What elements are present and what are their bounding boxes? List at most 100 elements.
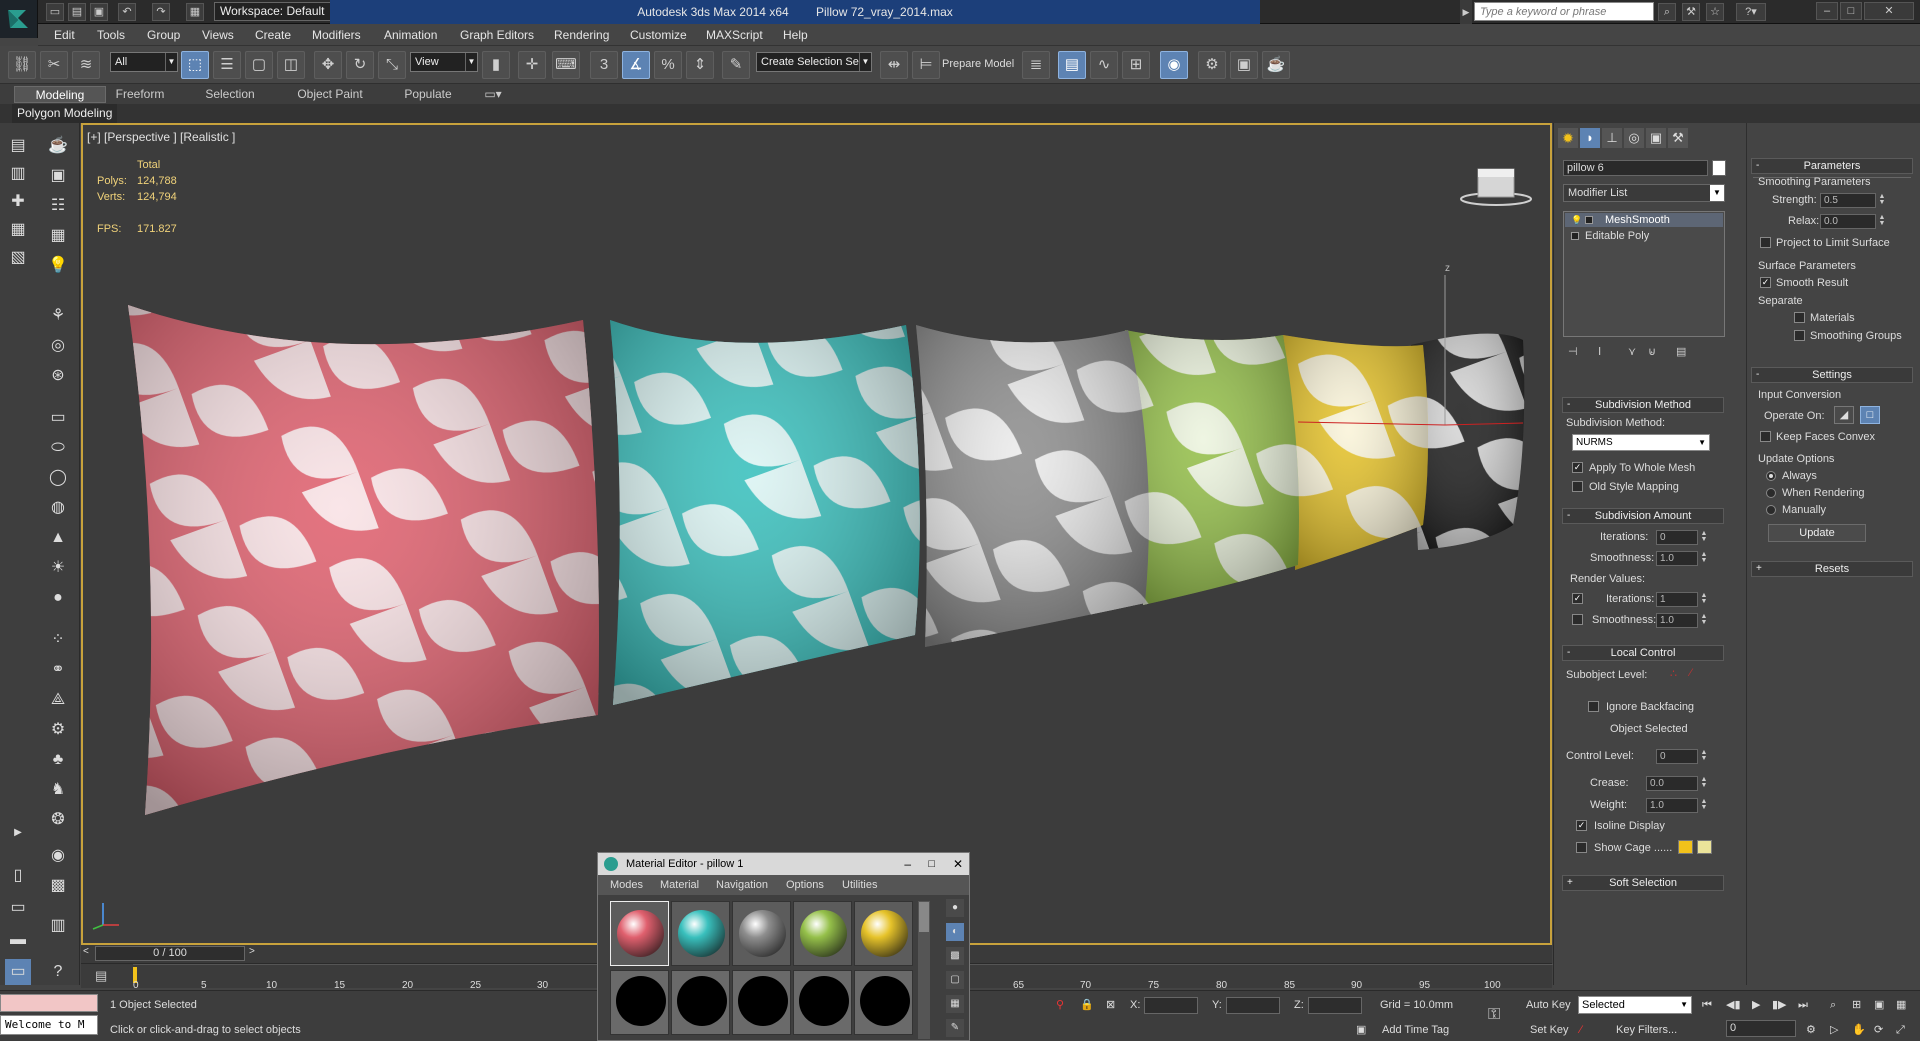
cage-color-swatch-2[interactable] (1697, 840, 1712, 854)
list-icon[interactable]: ☷ (45, 193, 71, 219)
material-slot-10[interactable] (854, 970, 913, 1035)
material-slot-7[interactable] (671, 970, 730, 1035)
project-folder-icon[interactable]: ▦ (186, 3, 204, 21)
me-menu-utilities[interactable]: Utilities (842, 875, 877, 895)
pillow-gray[interactable] (916, 325, 1149, 647)
menu-group[interactable]: Group (147, 24, 180, 46)
time-slider-thumb[interactable]: 0 / 100 (95, 946, 245, 961)
object-color-swatch[interactable] (1712, 160, 1726, 176)
redo-icon[interactable]: ↷ (152, 3, 170, 21)
layer-stack-icon[interactable]: ▥ (5, 161, 31, 187)
subdivision-method-rollout[interactable]: - Subdivision Method (1562, 397, 1724, 413)
local-control-rollout[interactable]: - Local Control (1562, 645, 1724, 661)
key-filters-button[interactable]: Key Filters... (1616, 1022, 1677, 1038)
maximize-icon[interactable]: □ (928, 853, 935, 875)
menu-edit[interactable]: Edit (54, 24, 75, 46)
show-cage-checkbox[interactable] (1576, 842, 1587, 853)
torus-icon[interactable]: ◍ (45, 495, 71, 521)
add-time-tag-label[interactable]: Add Time Tag (1382, 1022, 1449, 1038)
material-slot-8[interactable] (732, 970, 791, 1035)
smoothness-spinner[interactable]: 1.0 ▲ ▼ (1656, 551, 1707, 566)
light-bulb-icon[interactable]: 💡 (45, 253, 71, 279)
viewport-layout-4-icon[interactable]: ▭ (5, 959, 31, 985)
align-icon[interactable]: ⊨ (912, 51, 940, 79)
weight-spinner[interactable]: 1.0 ▲ ▼ (1646, 798, 1707, 813)
star-icon[interactable]: ☆ (1706, 3, 1724, 21)
close-button[interactable]: ✕ (1864, 2, 1914, 20)
render-production-icon[interactable]: ☕ (1262, 51, 1290, 79)
sample-type-icon[interactable]: ● (946, 899, 964, 917)
menu-animation[interactable]: Animation (384, 24, 437, 46)
tab-populate[interactable]: Populate (398, 86, 458, 103)
save-icon[interactable]: ▣ (90, 3, 108, 21)
schematic-view-icon[interactable]: ⊞ (1122, 51, 1150, 79)
subscription-icon[interactable]: ⚒ (1682, 3, 1700, 21)
app-logo[interactable] (0, 0, 38, 38)
teapot-icon[interactable]: ☕ (45, 133, 71, 159)
pillow-red[interactable] (128, 305, 599, 815)
plant-icon[interactable]: ♣ (45, 747, 71, 773)
light-bulb-icon[interactable]: 💡 (1571, 213, 1582, 227)
tab-object-paint[interactable]: Object Paint (290, 86, 370, 103)
viewport-layout-2-icon[interactable]: ▭ (5, 895, 31, 921)
material-slots-scrollbar[interactable] (918, 901, 930, 1039)
render-smoothness-spinner[interactable]: 1.0 ▲ ▼ (1656, 613, 1707, 628)
render-iterations-checkbox[interactable]: ✓ (1572, 593, 1583, 604)
crease-spinner[interactable]: 0.0 ▲ ▼ (1646, 776, 1707, 791)
background-icon[interactable]: ▩ (946, 947, 964, 965)
layer-manager-icon[interactable]: ≣ (1022, 51, 1050, 79)
update-button[interactable]: Update (1768, 524, 1866, 542)
keyboard-shortcut-override-icon[interactable]: ⌨ (552, 51, 580, 79)
render-smoothness-checkbox[interactable] (1572, 614, 1583, 625)
rotate-icon[interactable]: ↻ (346, 51, 374, 79)
move-icon[interactable]: ✥ (314, 51, 342, 79)
tab-selection[interactable]: Selection (200, 86, 260, 103)
isolate-icon[interactable]: ⚲ (1056, 997, 1064, 1013)
chevron-right-icon[interactable]: ▶ (1460, 0, 1472, 24)
bind-space-warp-icon[interactable]: ≋ (72, 51, 100, 79)
cage-color-swatch-1[interactable] (1678, 840, 1693, 854)
material-slot-6[interactable] (610, 970, 669, 1035)
menu-graph-editors[interactable]: Graph Editors (460, 24, 534, 46)
helper-icon[interactable]: ♞ (45, 777, 71, 803)
prepare-model-label[interactable]: Prepare Model (942, 58, 1014, 70)
remove-modifier-icon[interactable]: ⊌ (1648, 345, 1656, 358)
spinner-arrows-icon[interactable]: ▲ ▼ (1877, 214, 1887, 228)
materials-checkbox[interactable] (1794, 312, 1805, 323)
resets-rollout[interactable]: + Resets (1751, 561, 1913, 577)
mirror-icon[interactable]: ⇹ (880, 51, 908, 79)
always-radio[interactable] (1766, 471, 1776, 481)
strength-spinner[interactable]: 0.5 ▲ ▼ (1820, 193, 1885, 208)
menu-maxscript[interactable]: MAXScript (706, 24, 763, 46)
spinner-arrows-icon[interactable]: ▲ ▼ (1699, 776, 1709, 790)
manually-radio[interactable] (1766, 505, 1776, 515)
cone-icon[interactable]: ▲ (45, 525, 71, 551)
percent-snap-icon[interactable]: % (654, 51, 682, 79)
time-config-icon[interactable]: ⚙ (1806, 1022, 1816, 1038)
particles-icon[interactable]: ⁘ (45, 627, 71, 653)
spinner-arrows-icon[interactable]: ▲ ▼ (1699, 551, 1709, 565)
menu-views[interactable]: Views (202, 24, 234, 46)
pin-stack-icon[interactable]: ⊣ (1568, 345, 1578, 358)
project-to-limit-checkbox[interactable] (1760, 237, 1771, 248)
texture-grid-icon[interactable]: ▩ (45, 873, 71, 899)
spinner-arrows-icon[interactable]: ▲ ▼ (1699, 798, 1709, 812)
dumbbell-icon[interactable]: ⚭ (45, 657, 71, 683)
shell-icon[interactable]: ❂ (45, 807, 71, 833)
pillow-green[interactable] (1125, 330, 1299, 605)
make-unique-icon[interactable]: ⋎ (1628, 345, 1636, 358)
menu-rendering[interactable]: Rendering (554, 24, 609, 46)
video-color-check-icon[interactable]: ▦ (946, 995, 964, 1013)
spinner-arrows-icon[interactable]: ▲ ▼ (1699, 530, 1709, 544)
set-key-button[interactable]: Set Key (1530, 1022, 1569, 1038)
undo-icon[interactable]: ↶ (118, 3, 136, 21)
parameters-rollout[interactable]: - Parameters (1751, 158, 1913, 174)
stack-item-editable-poly[interactable]: Editable Poly (1565, 229, 1723, 243)
ignore-backfacing-checkbox[interactable] (1588, 701, 1599, 712)
spinner-arrows-icon[interactable]: ▲ ▼ (1699, 749, 1709, 763)
selection-filter-dropdown[interactable]: All ▼ (110, 52, 178, 72)
prev-key-icon[interactable]: ◀▮ (1726, 997, 1741, 1013)
disc-icon[interactable]: ● (45, 585, 71, 611)
maximize-viewport-icon[interactable]: ⤢ (1896, 1022, 1905, 1038)
pivot-center-icon[interactable]: ▮ (482, 51, 510, 79)
